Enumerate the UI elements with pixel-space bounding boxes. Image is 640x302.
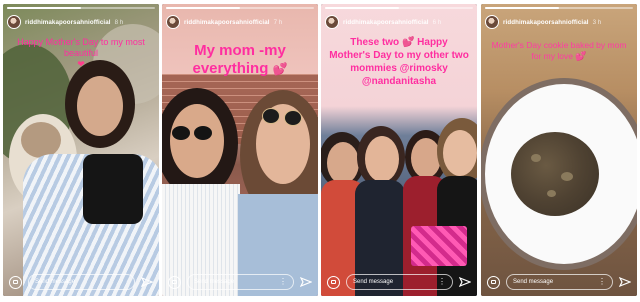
story-card-2[interactable]: riddhimakapoorsahniofficial 7 h My mom -… [162,4,318,296]
story-footer: Send message ⋮ [321,268,477,296]
username[interactable]: riddhimakapoorsahniofficial [503,19,589,26]
time-ago: 6 h [432,18,442,26]
username[interactable]: riddhimakapoorsahniofficial [343,19,429,26]
story-caption: My mom -my everything 💕 [170,42,310,78]
story-strip: riddhimakapoorsahniofficial 8 h Happy Mo… [0,0,640,302]
send-icon[interactable] [300,276,312,288]
story-caption: These two 💕 Happy Mother's Day to my oth… [329,36,469,88]
message-placeholder: Send message [194,279,235,285]
story-card-1[interactable]: riddhimakapoorsahniofficial 8 h Happy Mo… [3,4,159,296]
message-placeholder: Send message [353,279,394,285]
story-caption: Happy Mother's Day to my most beautiful … [11,37,151,70]
heart-icon: 💕 [575,51,587,61]
time-ago: 3 h [592,18,602,26]
more-options-icon[interactable]: ⋮ [438,278,446,286]
more-options-icon[interactable]: ⋮ [598,278,606,286]
story-progress-bar [7,7,155,9]
time-ago: 7 h [273,18,283,26]
send-icon[interactable] [141,276,153,288]
story-progress-bar [485,7,633,9]
more-options-icon[interactable]: ⋮ [279,278,287,286]
story-progress-bar [325,7,473,9]
send-icon[interactable] [459,276,471,288]
camera-icon[interactable] [168,275,181,289]
avatar[interactable] [325,15,339,29]
send-message-input[interactable]: Send message [28,274,135,290]
send-icon[interactable] [619,276,631,288]
send-message-input[interactable]: Send message ⋮ [187,274,294,290]
story-card-3[interactable]: riddhimakapoorsahniofficial 6 h These tw… [321,4,477,296]
username[interactable]: riddhimakapoorsahniofficial [184,19,270,26]
story-header: riddhimakapoorsahniofficial 7 h [166,13,314,31]
story-footer: Send message ⋮ [481,268,637,296]
avatar[interactable] [485,15,499,29]
avatar[interactable] [166,15,180,29]
story-caption: Mother's Day cookie baked by mom for my … [489,40,629,62]
heart-icon: ❤ [77,59,85,69]
time-ago: 8 h [114,18,124,26]
story-progress-bar [166,7,314,9]
camera-icon[interactable] [487,275,500,289]
heart-icon: 💕 [272,62,288,76]
story-header: riddhimakapoorsahniofficial 6 h [325,13,473,31]
camera-icon[interactable] [9,275,22,289]
send-message-input[interactable]: Send message ⋮ [346,274,453,290]
story-header: riddhimakapoorsahniofficial 8 h [7,13,155,31]
caption-text: Mother's Day cookie baked by mom for my … [491,40,627,61]
story-footer: Send message [3,268,159,296]
story-footer: Send message ⋮ [162,268,318,296]
message-placeholder: Send message [35,279,76,285]
camera-icon[interactable] [327,275,340,289]
avatar[interactable] [7,15,21,29]
username[interactable]: riddhimakapoorsahniofficial [25,19,111,26]
caption-text: These two 💕 Happy Mother's Day to my oth… [329,37,469,87]
send-message-input[interactable]: Send message ⋮ [506,274,613,290]
story-card-4[interactable]: riddhimakapoorsahniofficial 3 h Mother's… [481,4,637,296]
story-header: riddhimakapoorsahniofficial 3 h [485,13,633,31]
message-placeholder: Send message [513,279,554,285]
caption-text: Happy Mother's Day to my most beautiful [17,37,145,58]
